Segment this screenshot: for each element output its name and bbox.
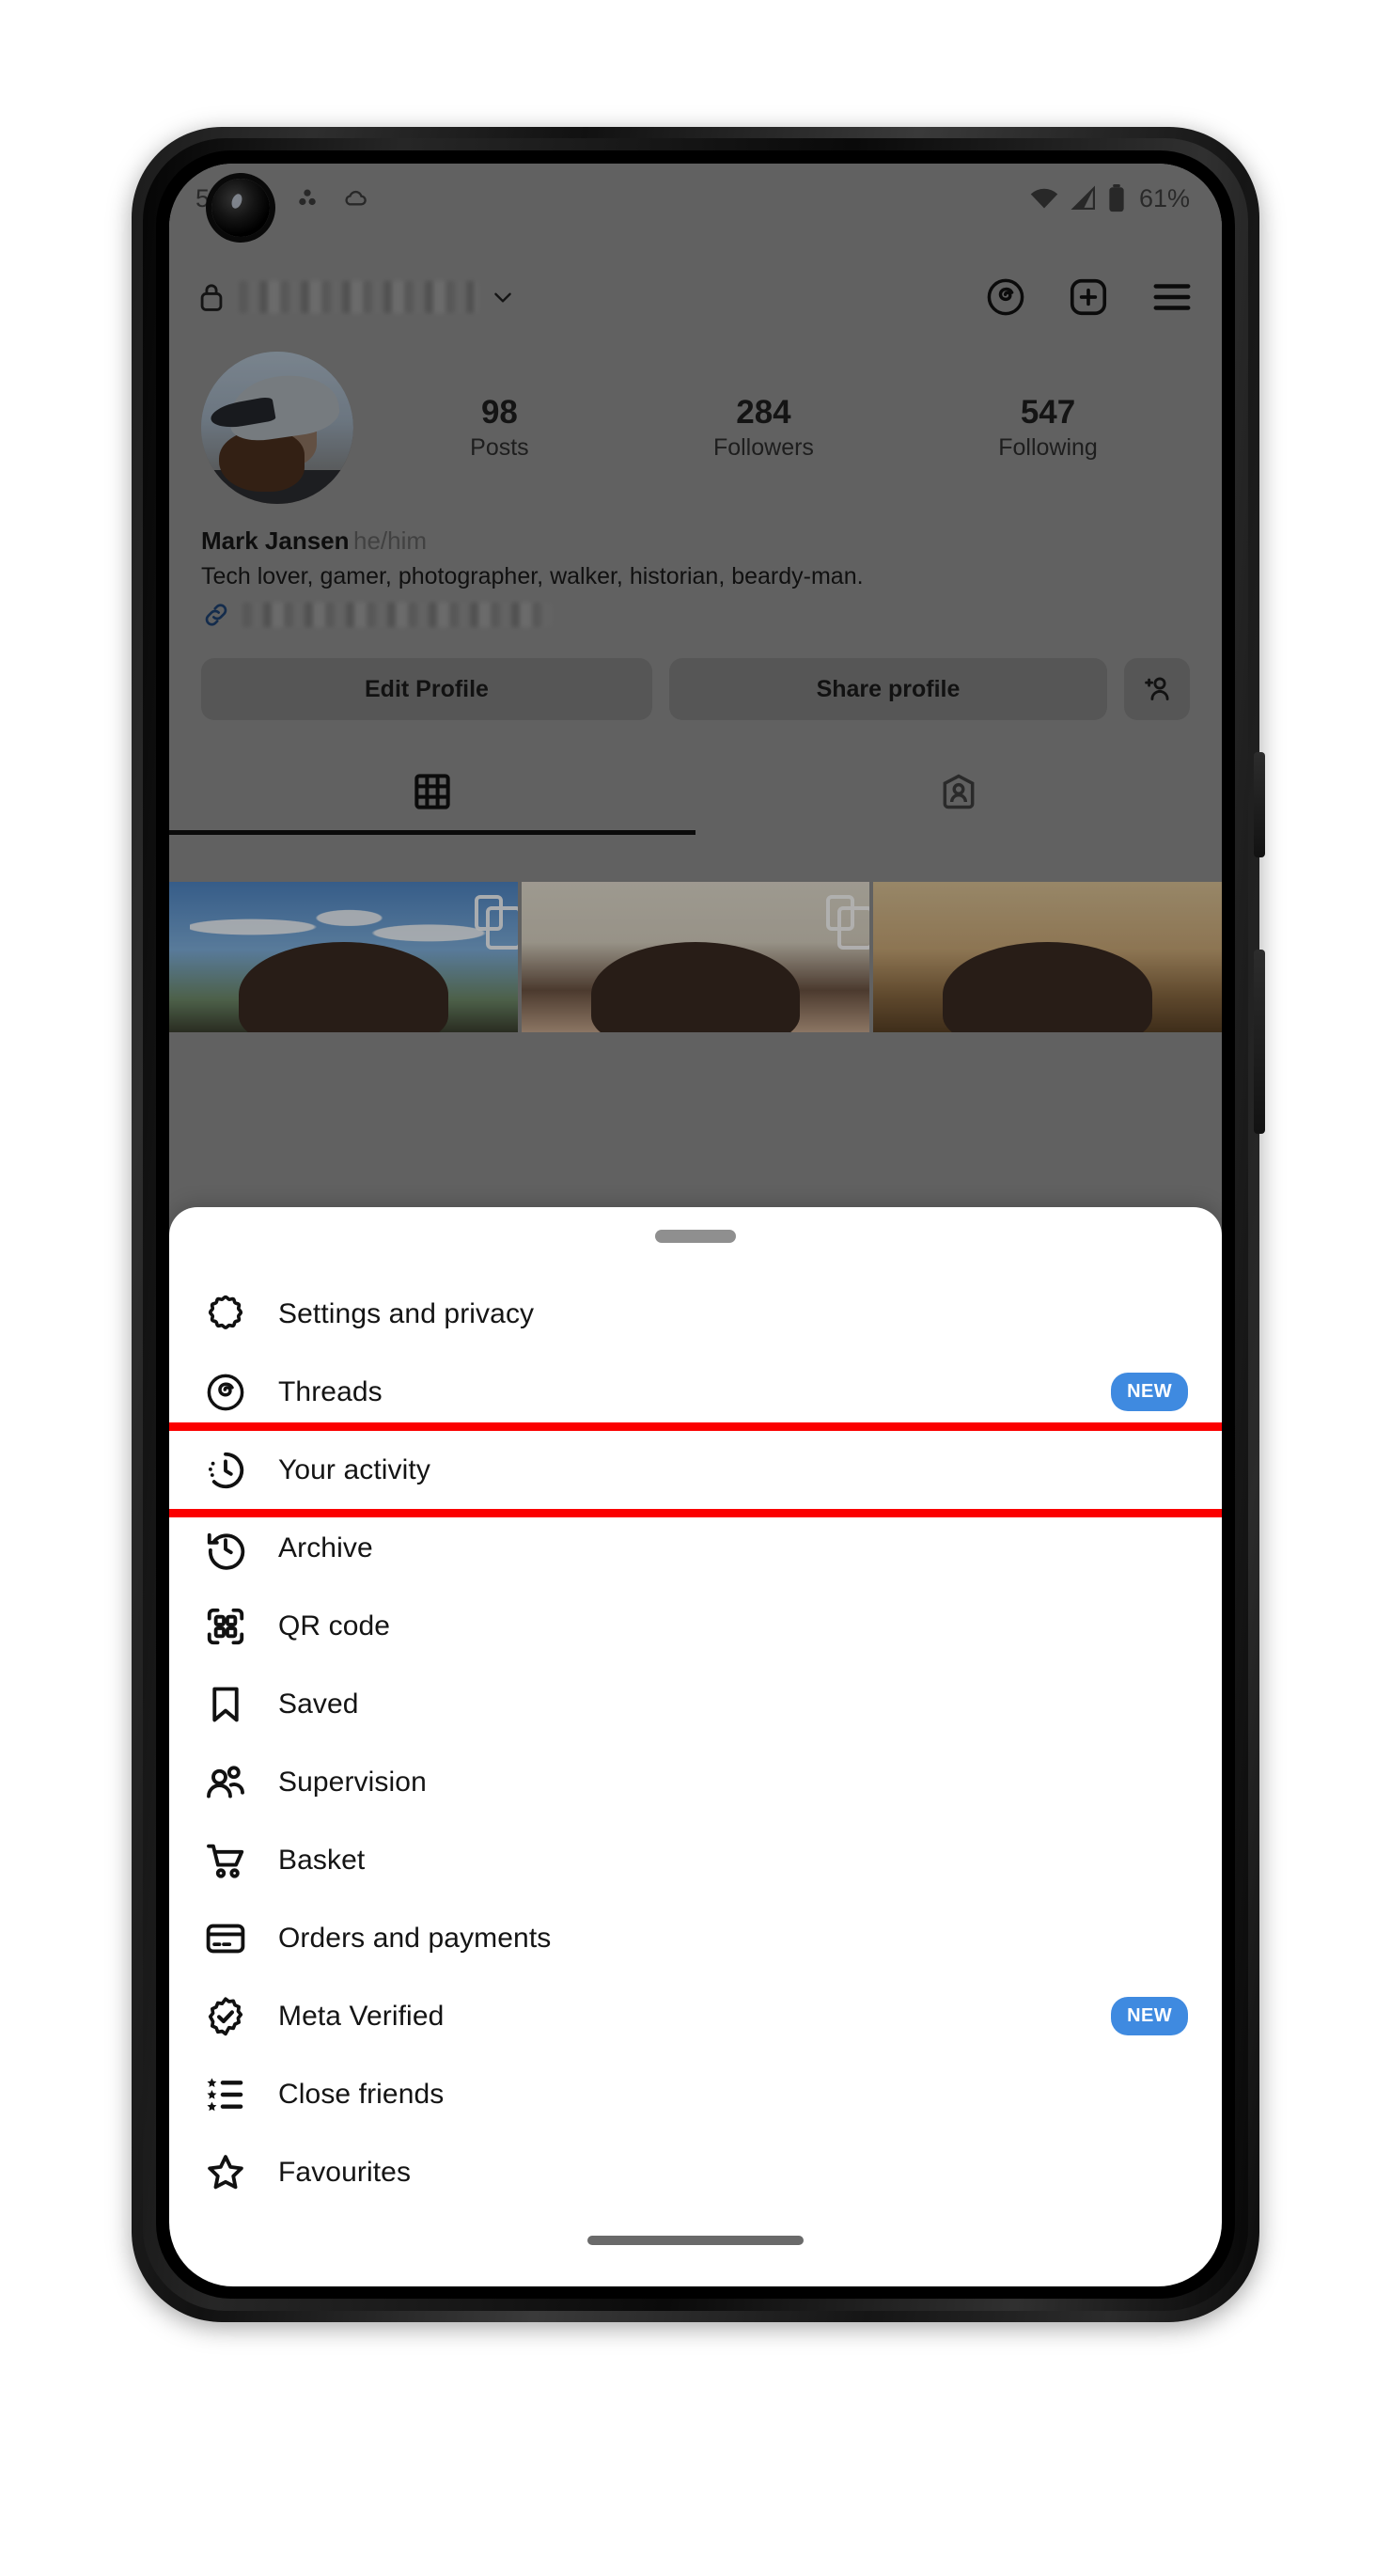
star-list-icon [203,2072,248,2117]
menu-item-label: Meta Verified [278,2000,445,2032]
settings-gear-icon [203,1292,248,1337]
credit-card-icon [203,1916,248,1961]
menu-item-label: Settings and privacy [278,1297,535,1329]
bottom-sheet-menu: Settings and privacy Threads NEW Your activ… [169,1207,1222,2286]
screenshot-root: 50 61% 98 Posts 284 Followers 547 Follow… [0,0,1391,2576]
power-button[interactable] [1254,752,1265,857]
drag-handle[interactable] [655,1230,736,1243]
menu-item-close-friends[interactable]: Close friends [169,2055,1222,2133]
new-badge: NEW [1111,1997,1188,2035]
supervision-people-icon [203,1760,248,1805]
phone-screen: 50 61% 98 Posts 284 Followers 547 Follow… [169,164,1222,2286]
menu-item-meta-verified[interactable]: Meta Verified NEW [169,1977,1222,2055]
menu-item-label: Basket [278,1844,366,1876]
menu-item-supervision[interactable]: Supervision [169,1743,1222,1821]
menu-item-archive[interactable]: Archive [169,1509,1222,1587]
verified-badge-icon [203,1994,248,2039]
menu-item-label: QR code [278,1610,391,1641]
menu-item-label: Favourites [278,2156,412,2188]
menu-item-qr-code[interactable]: QR code [169,1587,1222,1665]
qr-code-icon [203,1604,248,1649]
menu-item-threads[interactable]: Threads NEW [169,1353,1222,1431]
menu-item-label: Threads [278,1375,383,1407]
star-outline-icon [203,2150,248,2195]
menu-item-your-activity[interactable]: Your activity [169,1422,1222,1517]
home-gesture-bar[interactable] [587,2236,804,2245]
menu-item-basket[interactable]: Basket [169,1821,1222,1899]
menu-list: Settings and privacy Threads NEW Your activ… [169,1275,1222,2211]
menu-item-label: Archive [278,1531,373,1563]
menu-item-label: Close friends [278,2078,445,2110]
menu-item-label: Saved [278,1688,359,1720]
menu-item-label: Orders and payments [278,1922,552,1954]
menu-item-settings-and-privacy[interactable]: Settings and privacy [169,1275,1222,1353]
menu-item-label: Supervision [278,1766,427,1798]
volume-button[interactable] [1254,950,1265,1134]
shopping-cart-icon [203,1838,248,1883]
menu-item-orders-and-payments[interactable]: Orders and payments [169,1899,1222,1977]
menu-item-saved[interactable]: Saved [169,1665,1222,1743]
archive-clock-back-icon [203,1526,248,1571]
your-activity-clock-icon [203,1448,248,1493]
menu-item-label: Your activity [278,1453,430,1485]
new-badge: NEW [1111,1373,1188,1411]
menu-item-favourites[interactable]: Favourites [169,2133,1222,2211]
threads-icon [203,1370,248,1415]
bookmark-icon [203,1682,248,1727]
